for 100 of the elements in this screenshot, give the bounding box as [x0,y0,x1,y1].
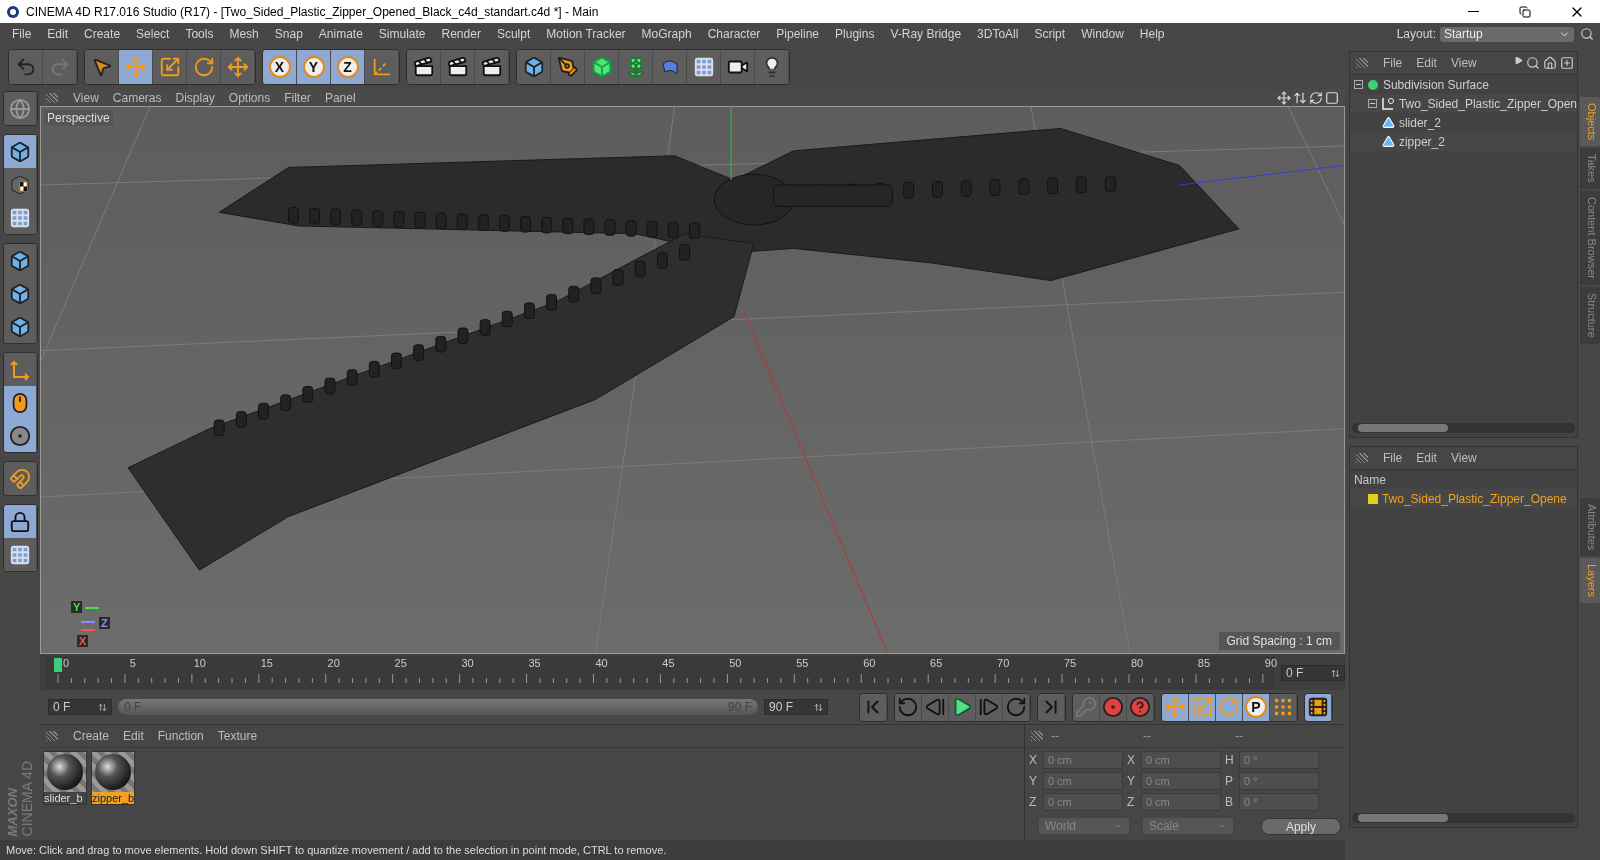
menu-item[interactable]: Render [433,27,489,41]
search-icon[interactable] [1580,27,1594,41]
viewport-menu-item[interactable]: Cameras [105,90,169,105]
apply-button[interactable]: Apply [1260,818,1341,835]
tool-button[interactable] [1188,693,1216,721]
viewport-menu-item[interactable]: View [66,90,106,105]
tool-button[interactable] [407,50,441,84]
menu-item[interactable]: Window [1073,27,1132,41]
expand-toggle[interactable] [1367,99,1377,108]
tool-button[interactable] [3,538,37,571]
menu-item[interactable]: Tools [177,27,222,41]
tool-button[interactable] [3,244,37,277]
scrollbar[interactable] [1351,813,1575,823]
material-menu-item[interactable]: Texture [210,729,265,743]
rotate-icon[interactable] [1308,90,1323,105]
tool-button[interactable] [3,386,37,419]
tool-button[interactable]: X [263,50,297,84]
layers-menu-item[interactable]: File [1375,451,1410,465]
menu-item[interactable]: 3DToAll [969,27,1027,41]
viewport-menu-item[interactable]: Filter [277,90,318,105]
material-swatch[interactable]: slider_b [43,751,87,805]
tool-button[interactable] [1161,693,1189,721]
side-tab[interactable]: Structure [1580,287,1600,344]
side-tab[interactable]: Attributes [1580,497,1600,557]
tool-button[interactable]: Z [331,50,365,84]
frame-number: 60 [863,657,876,669]
tool-button[interactable] [3,505,37,538]
tool-button[interactable]: Y [297,50,331,84]
search-icon[interactable] [1526,56,1540,70]
layout-dropdown[interactable]: Startup [1440,26,1574,42]
menu-item[interactable]: Pipeline [768,27,828,41]
tool-button[interactable] [3,310,37,343]
menu-item[interactable]: Edit [39,27,77,41]
side-tab[interactable]: Takes [1580,148,1600,190]
start-frame-field[interactable]: 0 F [48,699,112,715]
side-tab[interactable]: Content Browser [1580,191,1600,285]
scrollbar[interactable] [1351,423,1575,433]
viewport-menu-item[interactable]: Display [168,90,222,105]
scrollbar-thumb[interactable] [1357,424,1448,432]
menu-item[interactable]: V-Ray Bridge [882,27,970,41]
object-name[interactable]: slider_2 [1398,115,1441,130]
layers-menu-item[interactable]: Edit [1409,451,1444,465]
side-tab[interactable]: Objects [1580,97,1600,147]
material-menu-item[interactable]: Function [150,729,211,743]
viewport-menu-item[interactable]: Panel [317,90,363,105]
expand-toggle[interactable] [1353,80,1363,89]
move-arrows-icon[interactable] [1276,90,1291,105]
menu-item[interactable]: Sculpt [488,27,539,41]
scrollbar-thumb[interactable] [1357,814,1448,822]
tool-button[interactable] [3,462,37,495]
triangle-icon[interactable] [1514,56,1523,65]
end-frame-field[interactable]: 90 F [764,699,828,715]
layers-menu-item[interactable]: View [1443,451,1484,465]
panel-grip[interactable] [46,92,58,103]
material-swatch[interactable]: zipper_b [91,751,135,805]
viewport[interactable]: Perspective Y Z X Grid Spacing : 1 cm [40,106,1345,654]
record-icon [1101,696,1124,718]
menu-item[interactable]: Help [1131,27,1173,41]
panel-grip[interactable] [1030,731,1043,741]
objects-menu-item[interactable]: File [1375,56,1410,70]
menu-item[interactable]: MoGraph [633,27,700,41]
side-tab[interactable]: Layers [1580,558,1600,604]
panel-grip[interactable] [1355,453,1368,463]
frame-number: 50 [729,657,742,669]
menu-item[interactable]: Mesh [221,27,267,41]
plus-icon[interactable] [1560,56,1574,70]
menu-item[interactable]: Script [1026,27,1074,41]
tool-button[interactable] [3,353,37,386]
tool-button[interactable] [3,135,37,168]
home-icon[interactable] [1543,56,1557,70]
menu-item[interactable]: File [4,27,40,41]
tool-button[interactable] [3,201,37,234]
menu-item[interactable]: Plugins [827,27,883,41]
material-menu-item[interactable]: Create [66,729,117,743]
tool-button[interactable] [517,50,551,84]
square-icon[interactable] [1324,90,1339,105]
up-down-arrows-icon[interactable] [1292,90,1307,105]
tool-button[interactable] [85,50,119,84]
menu-item[interactable]: Motion Tracker [538,27,634,41]
menu-item[interactable]: Create [76,27,129,41]
menu-item[interactable]: Simulate [370,27,434,41]
axis-letter: Y [1126,774,1136,788]
viewport-menu-item[interactable]: Options [221,90,278,105]
objects-menu-item[interactable]: View [1443,56,1484,70]
panel-grip[interactable] [1355,58,1368,68]
material-menu-item[interactable]: Edit [116,729,151,743]
object-name[interactable]: Subdivision Surface [1382,77,1489,92]
tool-button[interactable] [3,419,37,452]
current-frame-field[interactable]: 0 F [1280,665,1345,681]
menu-item[interactable]: Snap [266,27,311,41]
timeline-ruler[interactable]: 0 5 10 15 20 25 30 35 40 45 50 55 60 65 70 75 80 85 90 [46,656,1275,690]
tool-button[interactable] [1304,693,1332,721]
menu-item[interactable]: Character [699,27,769,41]
menu-item[interactable]: Select [128,27,178,41]
menu-item[interactable]: Animate [310,27,371,41]
object-name[interactable]: zipper_2 [1398,134,1445,149]
tool-button[interactable] [1215,693,1243,721]
axis-letter: B [1224,795,1234,809]
objects-menu-item[interactable]: Edit [1409,56,1444,70]
panel-grip[interactable] [46,731,58,741]
